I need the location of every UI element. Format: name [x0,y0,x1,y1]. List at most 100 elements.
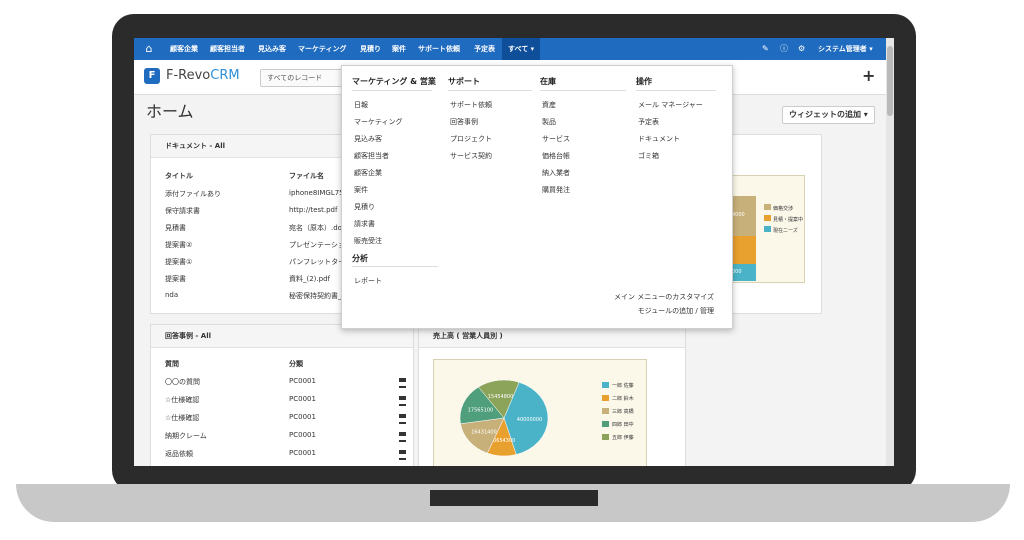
menu-column-divider [448,90,532,91]
faq-question-cell[interactable]: ☆仕様確認 [165,413,199,423]
gear-icon[interactable]: ⚙ [798,38,805,60]
bar-data-label-2: 000 [732,269,742,275]
menu-item[interactable]: 案件 [354,185,368,195]
legend-swatch [764,204,771,210]
pie-legend-label: 一郎 佐藤 [612,382,634,389]
menu-item[interactable]: サービス [542,134,570,144]
logo-main-text: F-Revo [166,68,211,83]
top-navigation-bar: ⌂ すべて ▾ ✎ ⓘ ⚙ システム管理者 ▾ 顧客企業 顧客担当者 見込み客 マーケ… [134,38,886,60]
faq-category-cell: PC0001 [289,395,316,403]
page-scrollbar[interactable] [886,38,894,466]
document-title-cell[interactable]: 提案書① [165,257,192,267]
pie-legend-label: 二郎 鈴木 [612,395,634,402]
menu-item[interactable]: 製品 [542,117,556,127]
brush-icon[interactable]: ✎ [762,38,769,60]
document-filename-cell[interactable]: パンフレットター [289,257,349,267]
document-filename-cell[interactable]: 宛名（原本）.do [289,223,349,233]
nav-item[interactable]: 見込み客 [258,38,286,60]
document-title-cell[interactable]: 保守請求書 [165,206,200,216]
list-icon[interactable] [399,450,406,460]
menu-item[interactable]: 顧客企業 [354,168,382,178]
document-title-cell[interactable]: 提案書② [165,240,192,250]
faq-question-cell[interactable]: ☆仕様確認 [165,395,199,405]
menu-column-title: 在庫 [540,77,556,86]
home-icon[interactable]: ⌂ [140,40,158,58]
laptop-notch [430,490,598,506]
nav-item[interactable]: 顧客担当者 [210,38,245,60]
menu-item-reports[interactable]: レポート [354,276,382,286]
menu-item[interactable]: マーケティング [354,117,402,127]
faq-question-cell[interactable]: 返品依頼 [165,449,193,459]
nav-item[interactable]: 予定表 [474,38,495,60]
faq-question-cell[interactable]: 〇〇の質問 [165,377,200,387]
all-modules-menu: 分析 レポート メイン メニューのカスタマイズ モジュールの追加 / 管理 マー… [341,65,733,329]
menu-item[interactable]: 顧客担当者 [354,151,389,161]
nav-item[interactable]: 顧客企業 [170,38,198,60]
pie-chart-area: 40000000 10654300 16431400 17565100 15454800… [433,359,647,466]
menu-modules-link[interactable]: モジュールの追加 / 管理 [514,306,714,316]
faq-question-cell[interactable]: 納期クレーム [165,431,207,441]
menu-item[interactable]: メール マネージャー [638,100,703,110]
menu-item[interactable]: 資産 [542,100,556,110]
legend-swatch [764,215,771,221]
list-icon[interactable] [399,432,406,442]
pie-value-label: 15454800 [488,394,513,400]
faq-category-cell: PC0001 [289,449,316,457]
user-menu[interactable]: システム管理者 ▾ [818,38,873,60]
menu-column-divider [540,90,626,91]
menu-item[interactable]: ゴミ箱 [638,151,659,161]
document-title-cell[interactable]: nda [165,291,178,299]
add-icon[interactable]: + [862,66,875,86]
bar-segment-2 [732,236,756,264]
faq-header-category: 分類 [289,360,303,368]
menu-item[interactable]: ドキュメント [638,134,680,144]
list-icon[interactable] [399,414,406,424]
menu-item[interactable]: 予定表 [638,117,659,127]
faq-category-cell: PC0001 [289,377,316,385]
sales-chart-widget: 売上高 ( 営業人員別 ) 40000000 10654300 16431400 17… [418,324,686,466]
menu-item[interactable]: 販売受注 [354,236,382,246]
menu-item[interactable]: サポート依頼 [450,100,492,110]
document-title-cell[interactable]: 提案書 [165,274,186,284]
faq-header-question: 質問 [165,360,179,368]
menu-item[interactable]: 購買発注 [542,185,570,195]
menu-column-title: 操作 [636,77,652,86]
nav-item[interactable]: マーケティング [298,38,346,60]
document-filename-cell[interactable]: 秘密保持契約書_ [289,291,349,301]
pie-value-label: 17565100 [468,407,493,413]
menu-item[interactable]: プロジェクト [450,134,492,144]
pie-legend-label: 四郎 田中 [612,421,634,428]
add-widget-button[interactable]: ウィジェットの追加 ▾ [782,106,875,124]
pie-value-label: 40000000 [517,417,542,423]
document-filename-cell[interactable]: iphone8IMGL75 [289,189,349,197]
list-icon[interactable] [399,396,406,406]
menu-customize-link[interactable]: メイン メニューのカスタマイズ [514,292,714,302]
menu-item[interactable]: 価格台帳 [542,151,570,161]
menu-item[interactable]: 見込み客 [354,134,382,144]
menu-item[interactable]: 納入業者 [542,168,570,178]
menu-item[interactable]: 日報 [354,100,368,110]
info-icon[interactable]: ⓘ [780,38,788,60]
pie-legend-swatch [602,395,609,401]
document-filename-cell[interactable]: プレゼンテーショ [289,240,349,250]
menu-item[interactable]: 回答事例 [450,117,478,127]
faq-category-cell: PC0001 [289,413,316,421]
scroll-thumb[interactable] [887,46,893,116]
list-icon[interactable] [399,378,406,388]
legend-swatch [764,226,771,232]
app-logo[interactable]: F-RevoCRM [166,67,240,85]
document-filename-cell[interactable]: http://test.pdf [289,206,349,214]
nav-all-menu[interactable]: すべて ▾ [502,38,541,60]
menu-item[interactable]: サービス契約 [450,151,492,161]
pie-legend-swatch [602,382,609,388]
document-title-cell[interactable]: 添付ファイルあり [165,189,221,199]
faq-category-cell: PC0001 [289,431,316,439]
document-title-cell[interactable]: 見積書 [165,223,186,233]
menu-item[interactable]: 見積り [354,202,375,212]
nav-item[interactable]: 案件 [392,38,406,60]
pie-legend-swatch [602,434,609,440]
nav-item[interactable]: 見積り [360,38,381,60]
menu-item[interactable]: 請求書 [354,219,375,229]
document-filename-cell[interactable]: 資料_(2).pdf [289,274,349,284]
nav-item[interactable]: サポート依頼 [418,38,460,60]
